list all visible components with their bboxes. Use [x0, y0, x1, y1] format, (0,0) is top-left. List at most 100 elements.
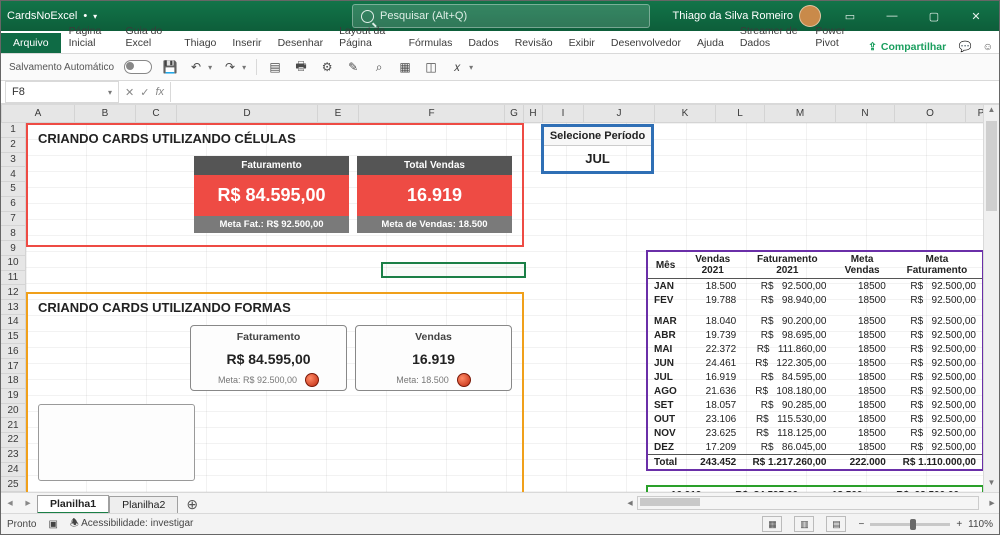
row-header[interactable]: 22	[1, 433, 25, 448]
close-button[interactable]: ✕	[957, 1, 995, 31]
qat-icon[interactable]: ▦	[397, 59, 413, 75]
zoom-slider[interactable]	[870, 523, 950, 526]
row-header[interactable]: 25	[1, 477, 25, 492]
ribbon-tab[interactable]: Fórmulas	[401, 33, 461, 53]
formula-input[interactable]	[170, 82, 999, 102]
row-header[interactable]: 5	[1, 182, 25, 197]
sheet-nav-prev[interactable]: ◂	[1, 497, 19, 509]
sheet-tab[interactable]: Planilha2	[109, 496, 178, 513]
ribbon-tab[interactable]: Exibir	[561, 33, 603, 53]
redo-icon[interactable]: ↷	[222, 59, 238, 75]
view-page-layout-button[interactable]: ▥	[794, 516, 814, 532]
qat-icon[interactable]: ◫	[423, 59, 439, 75]
name-box[interactable]: F8 ▾	[5, 81, 119, 103]
row-header[interactable]: 1	[1, 123, 25, 138]
cancel-formula-icon[interactable]: ✕	[125, 86, 134, 99]
row-header[interactable]: 18	[1, 374, 25, 389]
column-header[interactable]: K	[655, 105, 716, 122]
row-header[interactable]: 23	[1, 448, 25, 463]
column-header[interactable]: A	[2, 105, 75, 122]
horizontal-scrollbar[interactable]	[637, 496, 979, 510]
scroll-up-icon[interactable]: ▲	[984, 105, 999, 119]
zoom-in-button[interactable]: +	[956, 519, 962, 530]
ribbon-tab[interactable]: Desenvolvedor	[603, 33, 689, 53]
vertical-scrollbar[interactable]: ▲ ▼	[983, 105, 999, 492]
row-header[interactable]: 15	[1, 330, 25, 345]
ribbon-tab[interactable]: Layout da Página	[331, 21, 400, 53]
zoom-control[interactable]: − + 110%	[858, 519, 993, 530]
hscroll-left-icon[interactable]: ◂	[623, 497, 637, 509]
row-header[interactable]: 6	[1, 197, 25, 212]
row-header[interactable]: 2	[1, 138, 25, 153]
macro-record-icon[interactable]: ▣	[48, 519, 57, 530]
hscroll-right-icon[interactable]: ▸	[985, 497, 999, 509]
accessibility-status[interactable]: Acessibilidade: investigar	[81, 518, 193, 529]
column-header[interactable]: D	[177, 105, 318, 122]
sheet-tab[interactable]: Planilha1	[37, 495, 109, 514]
column-header[interactable]: F	[359, 105, 505, 122]
qat-icon[interactable]: 𝑥	[449, 59, 465, 75]
row-header[interactable]: 21	[1, 418, 25, 433]
row-header[interactable]: 7	[1, 212, 25, 227]
row-header[interactable]: 12	[1, 285, 25, 300]
row-header[interactable]: 17	[1, 359, 25, 374]
zoom-value[interactable]: 110%	[968, 519, 993, 530]
ribbon-tab[interactable]: Thiago	[176, 33, 224, 53]
column-header[interactable]: G	[505, 105, 524, 122]
doc-dropdown-caret[interactable]: ▾	[93, 12, 97, 21]
ribbon-tab[interactable]: Revisão	[507, 33, 561, 53]
row-header[interactable]: 8	[1, 226, 25, 241]
scrollbar-thumb[interactable]	[986, 121, 997, 211]
row-header[interactable]: 11	[1, 271, 25, 286]
ribbon-tab[interactable]: Página Inicial	[61, 21, 118, 53]
column-header[interactable]: E	[318, 105, 359, 122]
fx-icon[interactable]: fx	[155, 86, 164, 98]
column-header[interactable]: C	[136, 105, 177, 122]
column-header[interactable]: H	[524, 105, 543, 122]
column-header[interactable]: I	[543, 105, 584, 122]
scrollbar-thumb[interactable]	[640, 498, 700, 506]
row-header[interactable]: 24	[1, 463, 25, 478]
scroll-down-icon[interactable]: ▼	[984, 478, 999, 492]
ribbon-tab[interactable]: Desenhar	[270, 33, 332, 53]
share-button[interactable]: ⇪ Compartilhar	[860, 41, 954, 53]
name-box-caret-icon[interactable]: ▾	[108, 88, 112, 97]
row-header[interactable]: 16	[1, 344, 25, 359]
column-header[interactable]: O	[895, 105, 966, 122]
minimize-button[interactable]: —	[873, 1, 911, 31]
view-normal-button[interactable]: ▦	[762, 516, 782, 532]
row-header[interactable]: 4	[1, 167, 25, 182]
column-header[interactable]: J	[584, 105, 655, 122]
qat-icon[interactable]: ⚙	[319, 59, 335, 75]
smile-feedback-button[interactable]: ☺	[977, 41, 999, 53]
ribbon-tab[interactable]: Inserir	[224, 33, 269, 53]
sheet-nav-next[interactable]: ▸	[19, 497, 37, 509]
row-header[interactable]: 14	[1, 315, 25, 330]
row-header[interactable]: 13	[1, 300, 25, 315]
column-header[interactable]: B	[75, 105, 136, 122]
ribbon-tab[interactable]: Streamer de Dados	[732, 21, 808, 53]
autosave-toggle[interactable]	[124, 60, 152, 74]
qat-icon[interactable]: ▤	[267, 59, 283, 75]
maximize-button[interactable]: ▢	[915, 1, 953, 31]
ribbon-tab[interactable]: Guia do Excel	[117, 21, 176, 53]
save-icon[interactable]: 💾	[162, 59, 178, 75]
qat-icon[interactable]: ⌕	[371, 59, 387, 75]
column-header[interactable]: M	[765, 105, 836, 122]
ribbon-tab[interactable]: Dados	[460, 33, 506, 53]
ribbon-tab[interactable]: Power Pivot	[807, 21, 860, 53]
row-header[interactable]: 3	[1, 153, 25, 168]
column-header[interactable]: P	[966, 105, 983, 122]
period-selector[interactable]: Selecione Período JUL	[541, 124, 654, 174]
enter-formula-icon[interactable]: ✓	[140, 86, 149, 99]
cells-canvas[interactable]: CRIANDO CARDS UTILIZANDO CÉLULAS Faturam…	[26, 123, 983, 492]
zoom-out-button[interactable]: −	[858, 519, 864, 530]
row-header[interactable]: 20	[1, 404, 25, 419]
add-sheet-button[interactable]: ⊕	[178, 496, 206, 513]
column-header[interactable]: N	[836, 105, 895, 122]
qat-icon[interactable]: 🖶	[293, 59, 309, 75]
view-page-break-button[interactable]: ▤	[826, 516, 846, 532]
comments-button[interactable]: 💬	[954, 40, 976, 53]
undo-icon[interactable]: ↶	[188, 59, 204, 75]
row-header[interactable]: 19	[1, 389, 25, 404]
